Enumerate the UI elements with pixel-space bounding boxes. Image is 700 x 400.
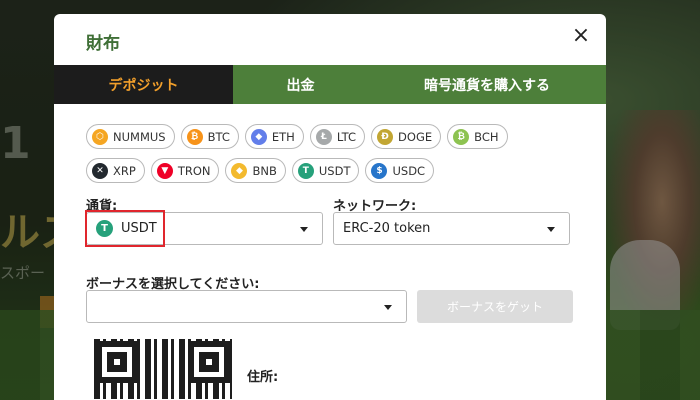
- currency-chip-list: ⬡ NUMMUS ₿ BTC ◆ ETH Ł LTC Ð DOGE ₿ BCH ✕ XRP ▼ TRON ◆ BN…: [86, 124, 566, 183]
- currency-chip-label: TRON: [177, 163, 211, 178]
- deposit-address-area: 住所:: [86, 339, 573, 399]
- bonus-row: ボーナスをゲット: [86, 290, 573, 323]
- qr-code: [94, 339, 232, 399]
- network-label: ネットワーク:: [333, 199, 417, 214]
- usdc-icon: $: [371, 162, 388, 179]
- currency-chip-btc[interactable]: ₿ BTC: [180, 124, 239, 149]
- tab-buy-crypto[interactable]: 暗号通貨を購入する: [368, 65, 606, 104]
- currency-chip-label: XRP: [113, 163, 136, 178]
- chevron-down-icon: [547, 227, 555, 232]
- currency-chip-bch[interactable]: ₿ BCH: [447, 124, 508, 149]
- currency-chip-bnb[interactable]: ◆ BNB: [225, 158, 286, 183]
- currency-select[interactable]: T USDT: [85, 210, 323, 247]
- network-field: ネットワーク: ERC-20 token: [333, 195, 570, 245]
- address-label: 住所:: [247, 370, 279, 385]
- bonus-label: ボーナスを選択してください:: [86, 277, 260, 292]
- usdt-icon: T: [297, 162, 314, 179]
- doge-icon: Ð: [377, 128, 394, 145]
- currency-chip-label: USDC: [392, 163, 426, 178]
- currency-chip-xrp[interactable]: ✕ XRP: [86, 158, 145, 183]
- currency-label: 通貨:: [86, 199, 118, 214]
- currency-chip-usdt[interactable]: T USDT: [291, 158, 360, 183]
- modal-title: 財布: [86, 34, 120, 54]
- currency-chip-label: USDT: [318, 163, 351, 178]
- tab-withdraw[interactable]: 出金: [233, 65, 368, 104]
- currency-chip-label: BCH: [474, 129, 499, 144]
- tab-deposit[interactable]: デポジット: [54, 65, 233, 104]
- bch-icon: ₿: [453, 128, 470, 145]
- modal-header: 財布 ×: [54, 14, 606, 65]
- wallet-modal: 財布 × デポジット 出金 暗号通貨を購入する ⬡ NUMMUS ₿ BTC ◆ ETH Ł…: [54, 14, 606, 400]
- chevron-down-icon: [300, 227, 308, 232]
- get-bonus-button[interactable]: ボーナスをゲット: [417, 290, 573, 323]
- modal-body: ⬡ NUMMUS ₿ BTC ◆ ETH Ł LTC Ð DOGE ₿ BCH ✕ XRP ▼ TRON ◆ BN…: [54, 104, 606, 399]
- ltc-icon: Ł: [315, 128, 332, 145]
- btc-icon: ₿: [186, 128, 203, 145]
- chevron-down-icon: [384, 305, 392, 310]
- currency-network-row: 通貨: T USDT ネットワーク: ERC-20 token: [85, 195, 573, 247]
- network-select-value: ERC-20 token: [343, 221, 431, 236]
- tron-icon: ▼: [156, 162, 173, 179]
- currency-chip-label: ETH: [271, 129, 295, 144]
- currency-chip-label: BNB: [252, 163, 277, 178]
- network-select[interactable]: ERC-20 token: [333, 212, 570, 245]
- currency-chip-ltc[interactable]: Ł LTC: [309, 124, 366, 149]
- currency-chip-label: DOGE: [398, 129, 433, 144]
- usdt-icon: T: [96, 220, 113, 237]
- currency-chip-label: LTC: [336, 129, 357, 144]
- currency-chip-tron[interactable]: ▼ TRON: [150, 158, 220, 183]
- wallet-tabs: デポジット 出金 暗号通貨を購入する: [54, 65, 606, 104]
- currency-chip-label: BTC: [207, 129, 230, 144]
- currency-select-value: USDT: [121, 221, 157, 236]
- bnb-icon: ◆: [231, 162, 248, 179]
- nummus-icon: ⬡: [92, 128, 108, 145]
- eth-icon: ◆: [250, 128, 267, 145]
- close-icon[interactable]: ×: [570, 25, 592, 48]
- bonus-select[interactable]: [86, 290, 407, 323]
- currency-chip-nummus[interactable]: ⬡ NUMMUS: [86, 124, 175, 149]
- currency-chip-usdc[interactable]: $ USDC: [365, 158, 435, 183]
- currency-field: 通貨: T USDT: [85, 195, 323, 247]
- xrp-icon: ✕: [92, 162, 108, 179]
- currency-chip-label: NUMMUS: [113, 129, 166, 144]
- currency-chip-eth[interactable]: ◆ ETH: [244, 124, 304, 149]
- currency-chip-doge[interactable]: Ð DOGE: [371, 124, 442, 149]
